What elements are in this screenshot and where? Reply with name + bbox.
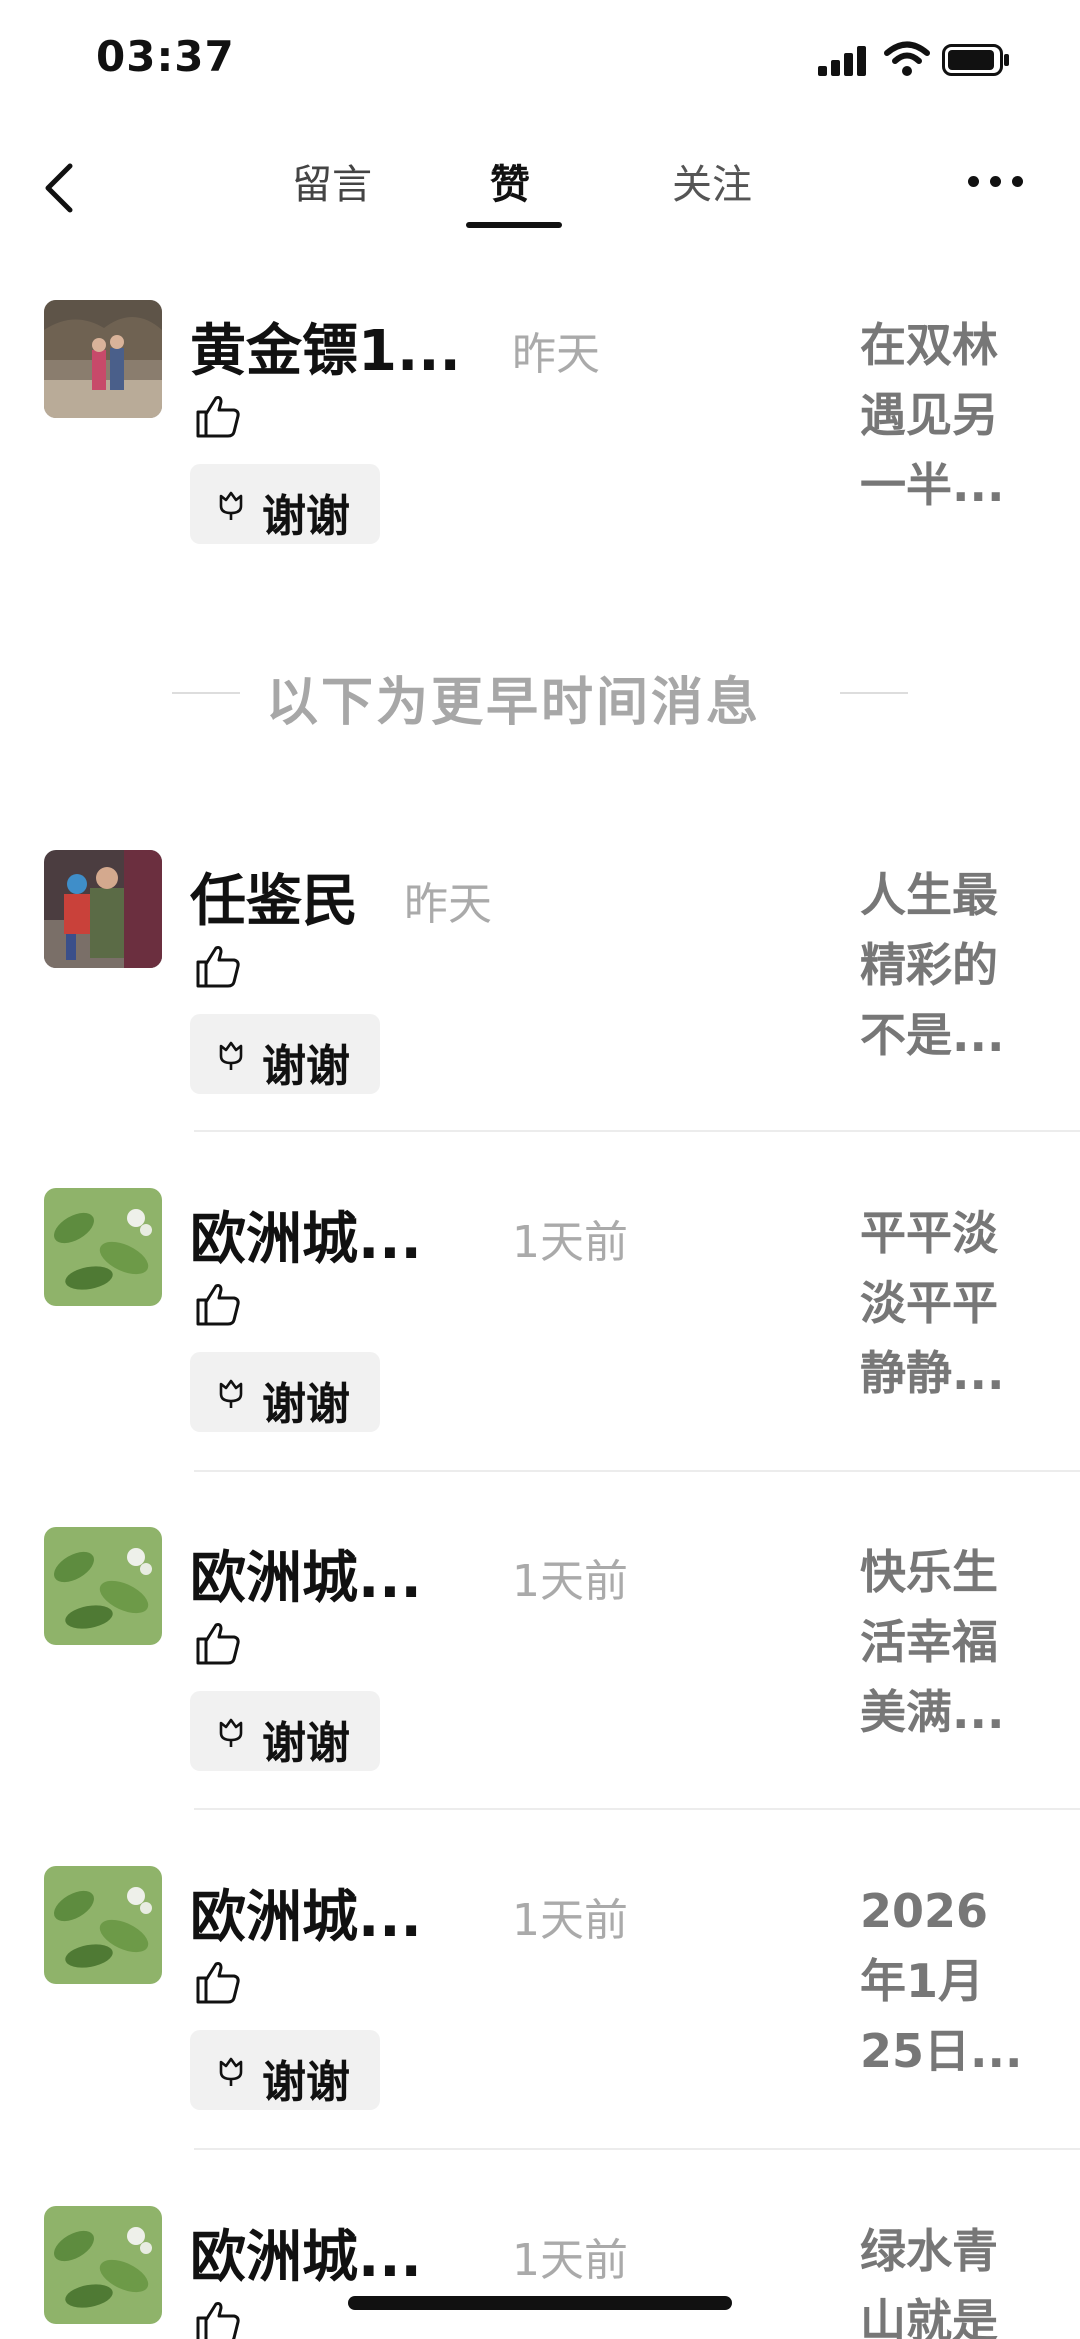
thanks-label: 谢谢 bbox=[262, 1041, 350, 1092]
tab-messages[interactable]: 留言 bbox=[292, 152, 372, 210]
avatar[interactable] bbox=[44, 1188, 162, 1306]
flower-icon bbox=[219, 491, 243, 520]
timestamp: 昨天 bbox=[512, 329, 600, 380]
avatar[interactable] bbox=[44, 1866, 162, 1984]
thanks-button[interactable]: 谢谢 bbox=[190, 1352, 380, 1432]
user-name[interactable]: 欧洲城... bbox=[190, 1533, 422, 1614]
row-divider bbox=[194, 1808, 1080, 1810]
separator-line bbox=[840, 692, 908, 694]
thanks-label: 谢谢 bbox=[262, 491, 350, 542]
row-divider bbox=[194, 1470, 1080, 1472]
row-divider bbox=[194, 2148, 1080, 2150]
user-name[interactable]: 欧洲城... bbox=[190, 2212, 422, 2293]
post-preview[interactable]: 平平淡 淡平平 静静... bbox=[860, 1198, 1060, 1408]
preview-line: 美满... bbox=[860, 1685, 1005, 1739]
tab-follows[interactable]: 关注 bbox=[672, 152, 752, 210]
user-name[interactable]: 任鉴民 bbox=[190, 856, 358, 937]
thumbs-up-icon bbox=[196, 2302, 240, 2339]
preview-line: 年1月 bbox=[860, 1954, 985, 2008]
preview-line: 25日... bbox=[860, 2024, 1023, 2078]
user-name[interactable]: 欧洲城... bbox=[190, 1872, 422, 1953]
wifi-icon bbox=[884, 41, 930, 76]
home-indicator[interactable] bbox=[348, 2296, 732, 2310]
status-time: 03:37 bbox=[96, 32, 235, 81]
avatar[interactable] bbox=[44, 300, 162, 418]
thanks-label: 谢谢 bbox=[262, 1718, 350, 1769]
thumbs-up-icon bbox=[196, 1284, 240, 1326]
earlier-messages-separator: 以下为更早时间消息 bbox=[0, 650, 1080, 733]
active-tab-indicator bbox=[466, 222, 562, 228]
thanks-button[interactable]: 谢谢 bbox=[190, 1014, 380, 1094]
thumbs-up-icon bbox=[196, 1623, 240, 1665]
avatar[interactable] bbox=[44, 850, 162, 968]
thanks-button[interactable]: 谢谢 bbox=[190, 1691, 380, 1771]
preview-line: 活幸福 bbox=[860, 1615, 998, 1669]
preview-line: 人生最 bbox=[860, 868, 998, 922]
back-arrow-icon[interactable] bbox=[40, 160, 80, 216]
user-name[interactable]: 欧洲城... bbox=[190, 1194, 422, 1275]
avatar[interactable] bbox=[44, 1527, 162, 1645]
post-preview[interactable]: 人生最 精彩的 不是... bbox=[860, 860, 1060, 1070]
preview-line: 不是... bbox=[860, 1008, 1005, 1062]
preview-line: 在双林 bbox=[860, 318, 998, 372]
list-item[interactable]: 欧洲城... 1天前 绿水青 山就是 bbox=[0, 2206, 1080, 2339]
top-navigation: 留言 赞 关注 bbox=[0, 140, 1080, 240]
thanks-button[interactable]: 谢谢 bbox=[190, 2030, 380, 2110]
preview-line: 遇见另 bbox=[860, 388, 998, 442]
preview-line: 精彩的 bbox=[860, 938, 998, 992]
list-item[interactable]: 欧洲城... 1天前 谢谢 快乐生 活幸福 美满... bbox=[0, 1527, 1080, 1827]
post-preview[interactable]: 2026 年1月 25日... bbox=[860, 1876, 1060, 2086]
post-preview[interactable]: 快乐生 活幸福 美满... bbox=[860, 1537, 1060, 1747]
thumbs-up-icon bbox=[196, 396, 240, 438]
thanks-button[interactable]: 谢谢 bbox=[190, 464, 380, 544]
list-item[interactable]: 欧洲城... 1天前 谢谢 2026 年1月 25日... bbox=[0, 1866, 1080, 2166]
timestamp: 1天前 bbox=[512, 1556, 628, 1607]
list-item[interactable]: 黄金镖1... 昨天 谢谢 在双林 遇见另 一半... bbox=[0, 300, 1080, 600]
timestamp: 1天前 bbox=[512, 2235, 628, 2286]
flower-icon bbox=[219, 1379, 243, 1408]
separator-line bbox=[172, 692, 240, 694]
thumbs-up-icon bbox=[196, 1962, 240, 2004]
thanks-label: 谢谢 bbox=[262, 2057, 350, 2108]
thumbs-up-icon bbox=[196, 946, 240, 988]
user-name[interactable]: 黄金镖1... bbox=[190, 306, 461, 387]
flower-icon bbox=[219, 1041, 243, 1070]
tab-likes[interactable]: 赞 bbox=[490, 152, 530, 210]
timestamp: 昨天 bbox=[404, 879, 492, 930]
battery-icon bbox=[942, 44, 1009, 76]
preview-line: 绿水青 bbox=[860, 2224, 998, 2278]
row-divider bbox=[194, 1130, 1080, 1132]
timestamp: 1天前 bbox=[512, 1895, 628, 1946]
flower-icon bbox=[219, 1718, 243, 1747]
post-preview[interactable]: 在双林 遇见另 一半... bbox=[860, 310, 1060, 520]
preview-line: 快乐生 bbox=[860, 1545, 998, 1599]
cellular-signal-icon bbox=[818, 44, 868, 76]
preview-line: 一半... bbox=[860, 458, 1005, 512]
post-preview[interactable]: 绿水青 山就是 bbox=[860, 2216, 1060, 2339]
avatar[interactable] bbox=[44, 2206, 162, 2324]
preview-line: 平平淡 bbox=[860, 1206, 998, 1260]
list-item[interactable]: 任鉴民 昨天 谢谢 人生最 精彩的 不是... bbox=[0, 850, 1080, 1150]
flower-icon bbox=[219, 2057, 243, 2086]
thanks-label: 谢谢 bbox=[262, 1379, 350, 1430]
timestamp: 1天前 bbox=[512, 1217, 628, 1268]
preview-line: 静静... bbox=[860, 1346, 1005, 1400]
preview-line: 2026 bbox=[860, 1884, 989, 1938]
more-options-icon[interactable] bbox=[968, 176, 1028, 192]
status-bar: 03:37 bbox=[0, 0, 1080, 120]
preview-line: 山就是 bbox=[860, 2294, 998, 2339]
separator-text: 以下为更早时间消息 bbox=[266, 673, 762, 733]
preview-line: 淡平平 bbox=[860, 1276, 998, 1330]
list-item[interactable]: 欧洲城... 1天前 谢谢 平平淡 淡平平 静静... bbox=[0, 1188, 1080, 1488]
